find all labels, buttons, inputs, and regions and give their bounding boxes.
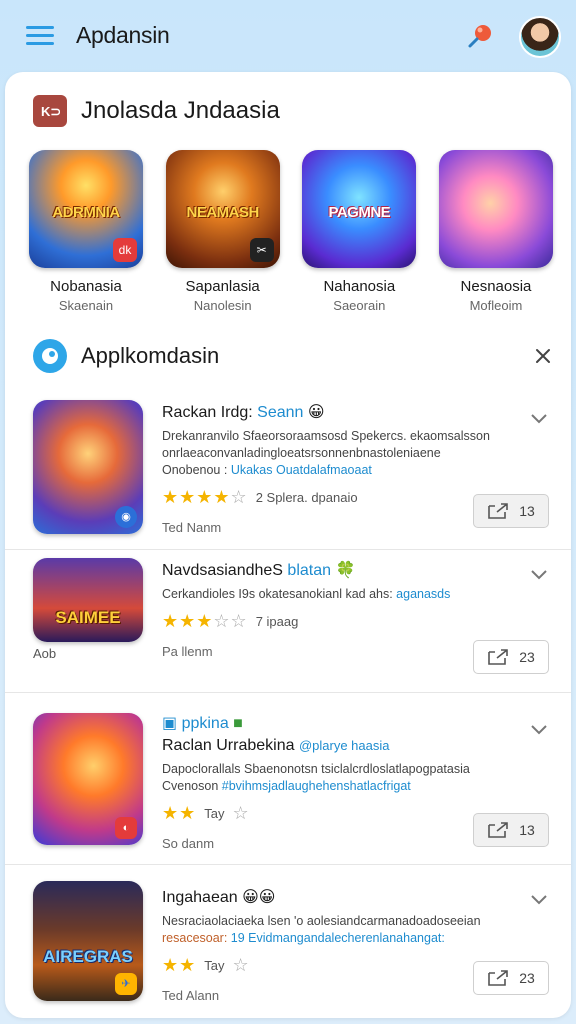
star-rating-icon: ★★ bbox=[162, 955, 197, 975]
chevron-down-icon[interactable] bbox=[529, 719, 549, 739]
main-card: K⊃ Jnolasda Jndaasia ADRMNIA dk Nobanasi… bbox=[5, 72, 571, 1018]
featured-name: Nobanasia bbox=[50, 278, 122, 295]
featured-item[interactable]: Nesnaosia Mofleoim bbox=[437, 150, 555, 320]
thumbnail-art-text: SAIMEE bbox=[55, 608, 121, 627]
item-meta: So danm bbox=[162, 836, 215, 851]
app-title: Apdansin bbox=[76, 22, 170, 48]
featured-logo-icon: K⊃ bbox=[33, 95, 67, 127]
recommended-title: Applkomdasin bbox=[81, 343, 220, 368]
featured-sub: Mofleoim bbox=[469, 298, 523, 313]
pin-icon[interactable] bbox=[466, 22, 494, 50]
featured-badge: ✂ bbox=[249, 238, 274, 262]
featured-image[interactable]: PAGMNE bbox=[302, 150, 417, 268]
install-button[interactable]: 23 bbox=[473, 640, 549, 674]
recommended-list: ◉ Rackan Irdg: Seann 😀 Drekanranvilo Sfa… bbox=[5, 390, 571, 1018]
featured-name: Nesnaosia bbox=[460, 278, 532, 295]
item-rating: ★★★☆☆ 7 ipaag bbox=[162, 611, 299, 631]
item-meta: Ted Nanm bbox=[162, 520, 222, 535]
item-info: Ingahaean 😀😀 Nesraciaolaciaeka lsen 'o a… bbox=[162, 887, 501, 1003]
chevron-down-icon[interactable] bbox=[529, 408, 549, 428]
item-info: Rackan Irdg: Seann 😀 Drekanranvilo Sfaeo… bbox=[162, 402, 501, 535]
star-rating-icon: ★★★☆☆ bbox=[162, 611, 248, 631]
featured-sub: Nanolesin bbox=[193, 298, 252, 313]
featured-art-text: ADRMNIA bbox=[52, 204, 120, 221]
menu-icon[interactable] bbox=[26, 24, 54, 46]
share-icon bbox=[488, 970, 509, 986]
top-bar: Apdansin bbox=[0, 0, 576, 72]
share-icon bbox=[488, 822, 509, 838]
item-name: Raclan Urrabekina @plarye haasia bbox=[162, 737, 390, 754]
item-rating: ★★ Tay ☆ bbox=[162, 955, 250, 975]
share-icon bbox=[488, 649, 509, 665]
featured-sub: Saeorain bbox=[333, 298, 386, 313]
item-name: Rackan Irdg: Seann 😀 bbox=[162, 404, 325, 421]
featured-sub: Skaenain bbox=[58, 298, 114, 313]
item-info: NavdsasiandheS blatan 🍀 Cerkandioles I9s… bbox=[162, 560, 501, 659]
item-rating: ★★★★☆ 2 Splera. dpanaio bbox=[162, 487, 358, 507]
thumbnail-badge-icon: ✈ bbox=[115, 973, 137, 995]
featured-item[interactable]: PAGMNE Nahanosia Saeorain bbox=[300, 150, 418, 320]
chevron-down-icon[interactable] bbox=[529, 564, 549, 584]
list-item[interactable]: ◐ ▣ ppkina ■ Raclan Urrabekina @plarye h… bbox=[5, 693, 571, 865]
list-item[interactable]: SAIMEE Aob NavdsasiandheS blatan 🍀 Cerka… bbox=[5, 550, 571, 693]
install-button[interactable]: 23 bbox=[473, 961, 549, 995]
item-description: Drekanranvilo Sfaeorsoraamsosd Spekercs.… bbox=[162, 429, 490, 477]
app-thumbnail[interactable]: ◐ bbox=[33, 713, 143, 845]
recommended-header: Applkomdasin bbox=[33, 338, 553, 374]
install-button[interactable]: 13 bbox=[473, 494, 549, 528]
featured-title: Jnolasda Jndaasia bbox=[81, 97, 280, 124]
app-thumbnail[interactable]: SAIMEE bbox=[33, 558, 143, 642]
app-thumbnail[interactable]: ◉ bbox=[33, 400, 143, 534]
featured-art-text: NEAMASH bbox=[186, 204, 259, 221]
item-name: Ingahaean 😀😀 bbox=[162, 889, 276, 906]
featured-row: ADRMNIA dk Nobanasia Skaenain NEAMASH ✂ … bbox=[27, 150, 555, 320]
featured-item[interactable]: ADRMNIA dk Nobanasia Skaenain bbox=[27, 150, 145, 320]
avatar[interactable] bbox=[519, 16, 561, 58]
app-thumbnail[interactable]: AIREGRAS ✈ bbox=[33, 881, 143, 1001]
featured-badge: dk bbox=[113, 238, 137, 262]
item-info: ▣ ppkina ■ Raclan Urrabekina @plarye haa… bbox=[162, 713, 501, 851]
item-description: Nesraciaolaciaeka lsen 'o aolesiandcarma… bbox=[162, 914, 481, 945]
item-meta: Pa llenm bbox=[162, 644, 213, 659]
featured-image[interactable]: NEAMASH ✂ bbox=[165, 150, 280, 268]
list-item[interactable]: AIREGRAS ✈ Ingahaean 😀😀 Nesraciaolaciaek… bbox=[5, 865, 571, 1018]
item-name: NavdsasiandheS blatan 🍀 bbox=[162, 562, 356, 579]
featured-item[interactable]: NEAMASH ✂ Sapanlasia Nanolesin bbox=[164, 150, 282, 320]
list-item[interactable]: ◉ Rackan Irdg: Seann 😀 Drekanranvilo Sfa… bbox=[5, 390, 571, 550]
featured-art-text: PAGMNE bbox=[328, 204, 391, 221]
thumbnail-badge-icon: ◉ bbox=[115, 506, 137, 528]
item-description: Cerkandioles I9s okatesanokianl kad ahs:… bbox=[162, 587, 451, 601]
sparkle-icon[interactable] bbox=[533, 346, 553, 366]
featured-header: K⊃ Jnolasda Jndaasia bbox=[33, 94, 280, 128]
star-rating-icon: ★★★★☆ bbox=[162, 487, 248, 507]
item-label: Aob bbox=[33, 646, 57, 661]
item-rating: ★★ Tay ☆ bbox=[162, 803, 250, 823]
featured-image[interactable]: ADRMNIA dk bbox=[29, 150, 143, 268]
featured-name: Sapanlasia bbox=[185, 278, 260, 295]
share-icon bbox=[488, 503, 509, 519]
chevron-down-icon[interactable] bbox=[529, 889, 549, 909]
recommended-logo-icon bbox=[33, 339, 67, 373]
thumbnail-badge-icon: ◐ bbox=[115, 817, 137, 839]
item-meta: Ted Alann bbox=[162, 988, 220, 1003]
item-description: Dapoclorallals Sbaenonotsn tsiclalcrdlos… bbox=[162, 762, 470, 793]
install-button[interactable]: 13 bbox=[473, 813, 549, 847]
star-rating-icon: ★★ bbox=[162, 803, 197, 823]
featured-name: Nahanosia bbox=[323, 278, 396, 295]
thumbnail-art-text: AIREGRAS bbox=[43, 947, 133, 966]
featured-image[interactable] bbox=[438, 150, 553, 268]
svg-text:K⊃: K⊃ bbox=[41, 104, 60, 119]
item-name-top: ▣ ppkina ■ bbox=[162, 715, 243, 732]
